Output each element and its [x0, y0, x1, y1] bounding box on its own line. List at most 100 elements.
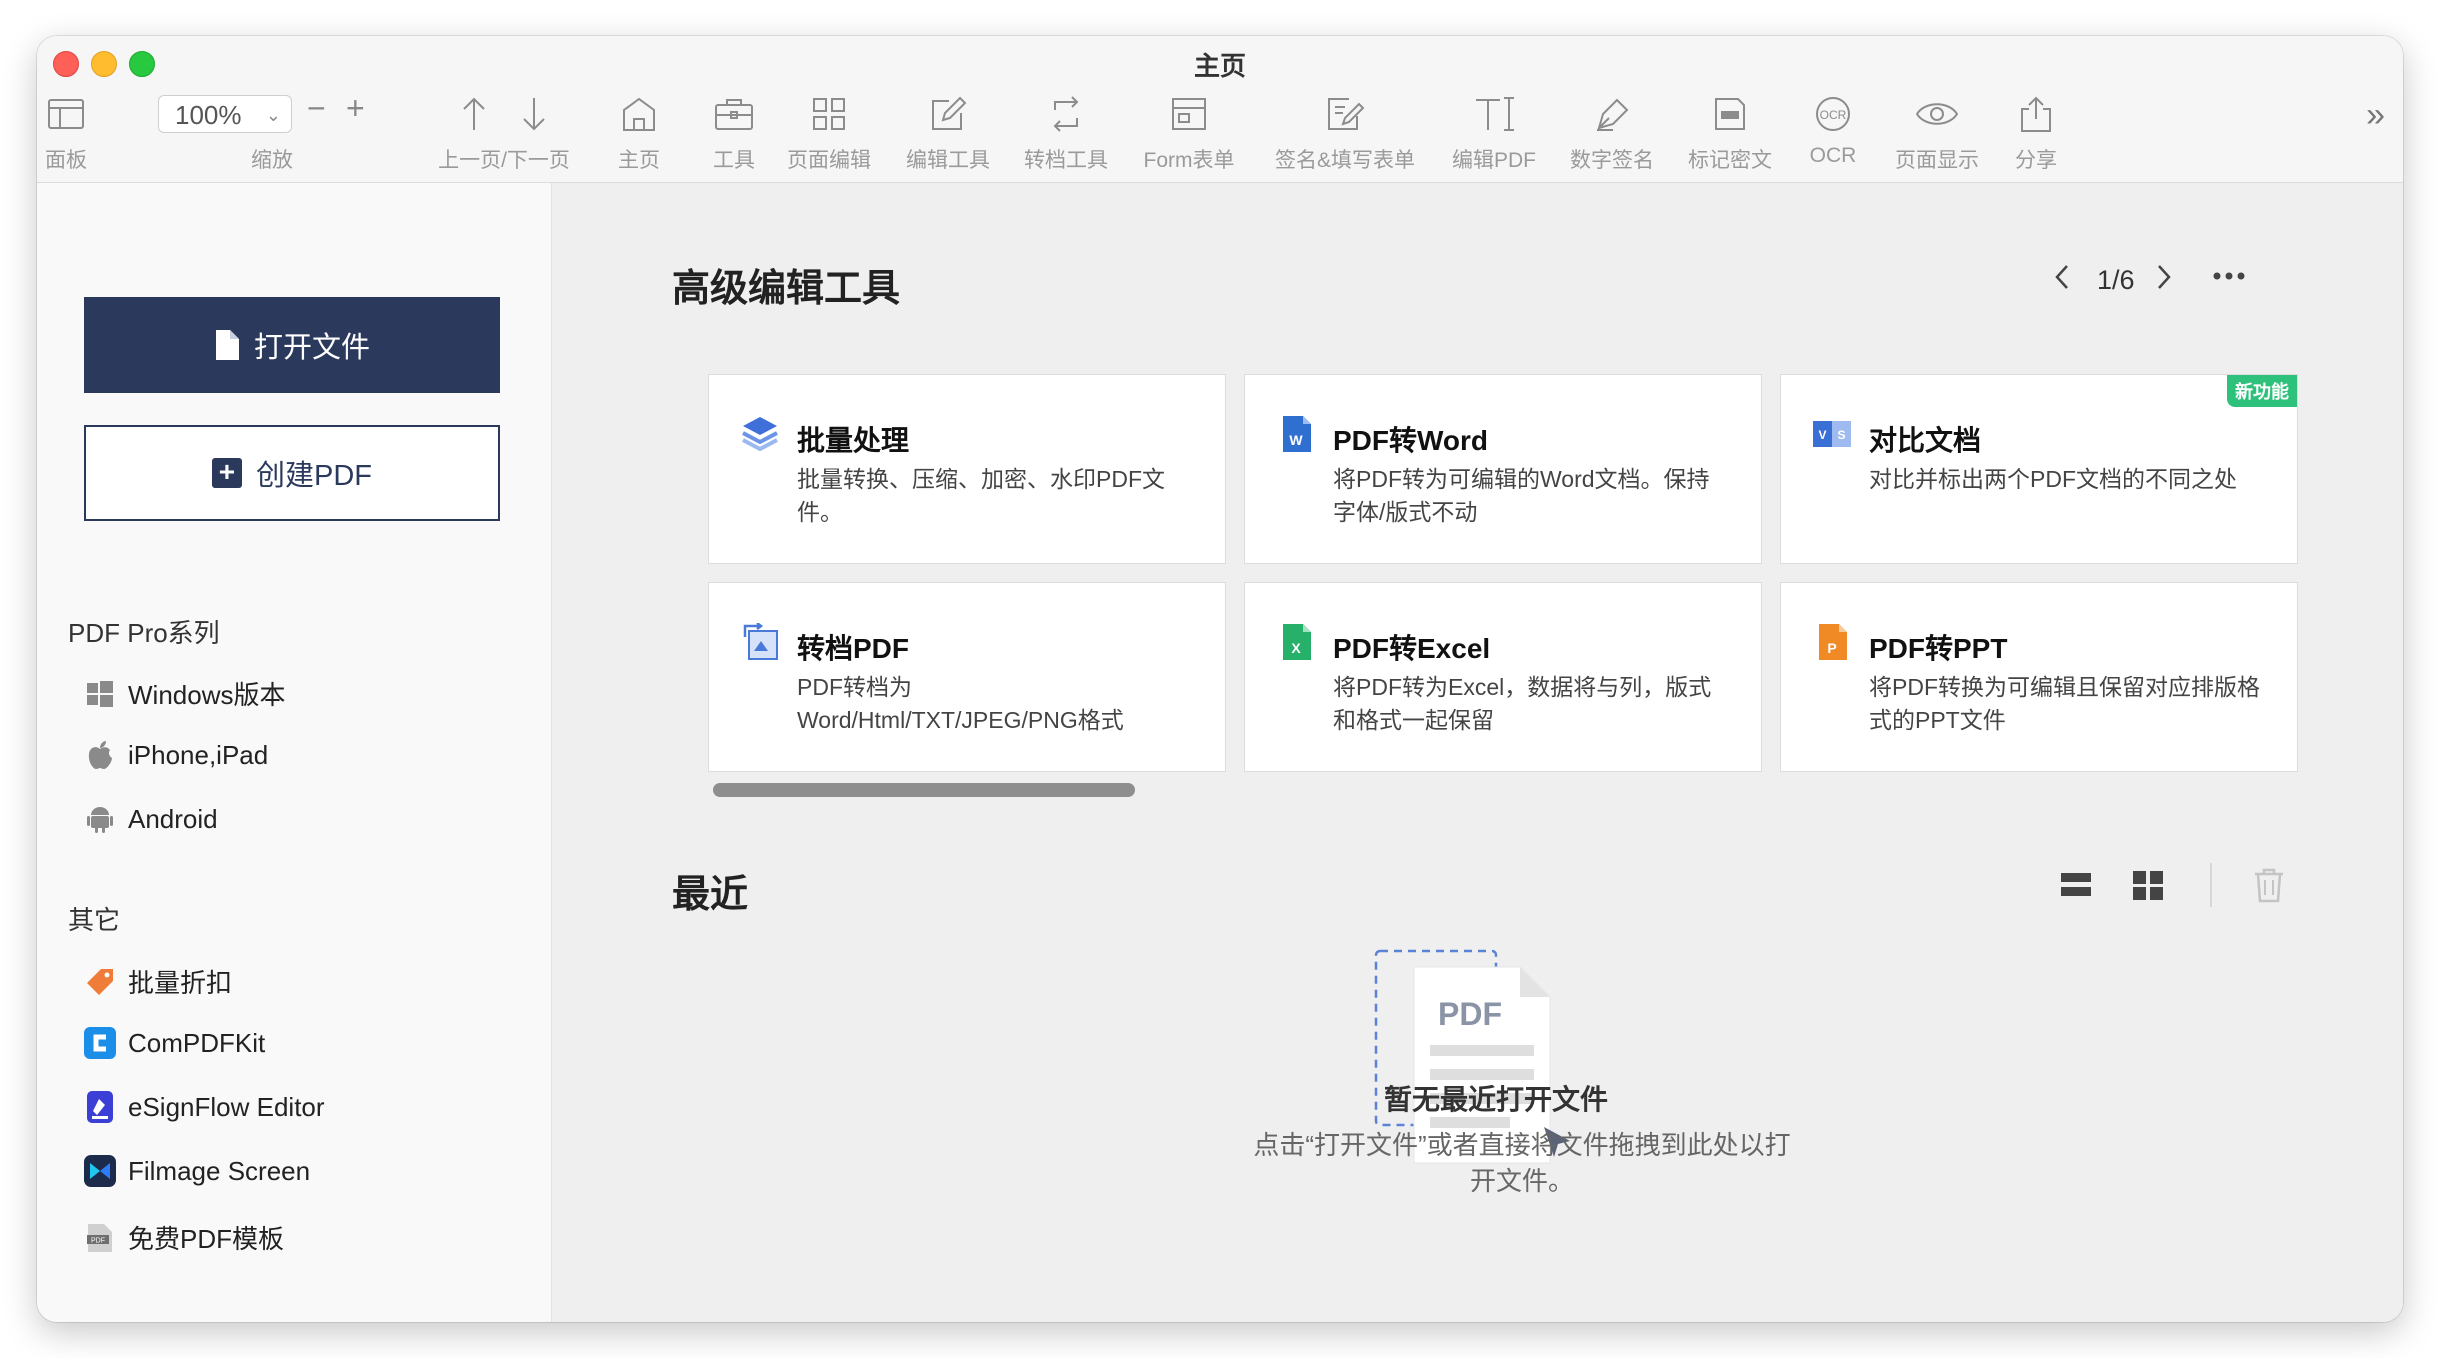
- prev-next-page-button[interactable]: 上一页/下一页: [429, 94, 579, 174]
- sidebar-item-label: Android: [128, 803, 218, 834]
- form-label: Form表单: [1143, 149, 1235, 172]
- sign-fill-icon: [1267, 94, 1423, 134]
- page-edit-button[interactable]: 页面编辑: [782, 94, 876, 174]
- arrow-down-icon: [523, 98, 545, 131]
- sidebar-item-windows[interactable]: Windows版本: [84, 675, 285, 712]
- recent-title: 最近: [672, 874, 749, 916]
- create-pdf-button[interactable]: + 创建PDF: [84, 425, 500, 521]
- list-view-icon: [2061, 873, 2091, 896]
- card-title: PDF转PPT: [1869, 633, 2008, 664]
- delete-button[interactable]: [2252, 867, 2286, 908]
- sidebar-item-iphone-ipad[interactable]: iPhone,iPad: [84, 739, 268, 771]
- card-title: 对比文档: [1869, 425, 1982, 456]
- tool-card-convert-pdf[interactable]: 转档PDF PDF转档为Word/Html/TXT/JPEG/PNG格式: [709, 583, 1225, 771]
- sidebar: 打开文件 + 创建PDF PDF Pro系列 Windows版本 iPhone,…: [37, 183, 552, 1322]
- tool-card-pdf-to-word[interactable]: W PDF转Word 将PDF转为可编辑的Word文档。保持字体/版式不动: [1245, 375, 1761, 563]
- edit-tools-label: 编辑工具: [906, 149, 990, 172]
- sidebar-item-android[interactable]: Android: [84, 803, 218, 835]
- open-file-label: 打开文件: [253, 332, 370, 364]
- panel-icon: [37, 94, 95, 134]
- sidebar-item-filmage-screen[interactable]: Filmage Screen: [84, 1155, 310, 1187]
- sidebar-item-free-templates[interactable]: PDF 免费PDF模板: [84, 1219, 284, 1256]
- esignflow-logo-icon: [84, 1091, 116, 1123]
- sidebar-item-bulk-discount[interactable]: 批量折扣: [84, 963, 232, 1000]
- ocr-icon: OCR: [1802, 94, 1864, 134]
- compare-icon: V S: [1813, 421, 1851, 447]
- share-label: 分享: [2015, 149, 2057, 172]
- zoom-out-button[interactable]: −: [307, 90, 326, 127]
- sidebar-item-compdfkit[interactable]: ComPDFKit: [84, 1027, 265, 1059]
- eye-icon: [1890, 94, 1984, 134]
- card-desc: 将PDF转换为可编辑且保留对应排版格式的PPT文件: [1869, 674, 2260, 733]
- card-desc: 批量转换、压缩、加密、水印PDF文件。: [797, 466, 1165, 525]
- sidebar-item-label: 批量折扣: [128, 968, 233, 998]
- svg-text:S: S: [1837, 428, 1845, 442]
- more-options-button[interactable]: [2212, 261, 2246, 298]
- digital-sign-label: 数字签名: [1570, 149, 1654, 172]
- sign-fill-button[interactable]: 签名&填写表单: [1267, 94, 1423, 174]
- svg-text:P: P: [1827, 640, 1836, 656]
- edit-pdf-button[interactable]: 编辑PDF: [1446, 94, 1542, 174]
- card-desc: 将PDF转为Excel，数据将与列，版式和格式一起保留: [1333, 674, 1712, 733]
- grid-icon: [782, 94, 876, 134]
- share-button[interactable]: 分享: [2005, 94, 2067, 174]
- trash-icon: [2255, 868, 2283, 903]
- redact-button[interactable]: 标记密文: [1683, 94, 1777, 174]
- section-pdf-pro: PDF Pro系列: [68, 618, 220, 648]
- digital-sign-button[interactable]: 数字签名: [1565, 94, 1659, 174]
- zoom-label: 缩放: [251, 149, 293, 172]
- toolbar: 主页 面板 100% ⌄ − + 缩放 上一页/下一页 主页 工具 页面编辑 编…: [37, 36, 2403, 183]
- pager-prev-button[interactable]: [2052, 263, 2072, 298]
- android-icon: [84, 803, 116, 835]
- text-edit-icon: [1446, 94, 1542, 134]
- window-title: 主页: [1193, 51, 1246, 81]
- svg-text:OCR: OCR: [1820, 108, 1847, 122]
- tool-card-pdf-to-excel[interactable]: X PDF转Excel 将PDF转为Excel，数据将与列，版式和格式一起保留: [1245, 583, 1761, 771]
- page-edit-label: 页面编辑: [787, 149, 871, 172]
- card-title: PDF转Excel: [1333, 633, 1491, 664]
- windows-icon: [84, 678, 116, 710]
- tool-card-pdf-to-ppt[interactable]: P PDF转PPT 将PDF转换为可编辑且保留对应排版格式的PPT文件: [1781, 583, 2297, 771]
- open-file-button[interactable]: 打开文件: [84, 297, 500, 393]
- svg-text:X: X: [1291, 640, 1301, 656]
- sidebar-item-esignflow[interactable]: eSignFlow Editor: [84, 1091, 325, 1123]
- compdfkit-logo-icon: [84, 1027, 116, 1059]
- svg-text:V: V: [1818, 428, 1826, 442]
- pdf-file-icon: PDF: [84, 1222, 116, 1254]
- plus-icon: +: [211, 458, 242, 488]
- convert-tools-button[interactable]: 转档工具: [1019, 94, 1113, 174]
- ocr-label: OCR: [1809, 144, 1857, 167]
- edit-tools-button[interactable]: 编辑工具: [901, 94, 995, 174]
- grid-view-button[interactable]: [2132, 869, 2164, 906]
- ocr-button[interactable]: OCR OCR: [1802, 94, 1864, 168]
- tool-card-batch[interactable]: 批量处理 批量转换、压缩、加密、水印PDF文件。: [709, 375, 1225, 563]
- svg-text:PDF: PDF: [91, 1237, 105, 1244]
- tools-label: 工具: [713, 149, 755, 172]
- word-icon: W: [1283, 416, 1311, 452]
- sidebar-item-label: ComPDFKit: [128, 1027, 266, 1058]
- sidebar-item-label: Windows版本: [128, 680, 286, 710]
- toolbar-overflow-button[interactable]: »: [2366, 96, 2385, 135]
- sidebar-item-label: eSignFlow Editor: [128, 1091, 325, 1122]
- tools-button[interactable]: 工具: [703, 94, 765, 174]
- home-button[interactable]: 主页: [609, 94, 669, 174]
- prev-next-label: 上一页/下一页: [438, 149, 570, 172]
- section-other: 其它: [68, 905, 121, 935]
- zoom-in-button[interactable]: +: [346, 90, 365, 127]
- tag-icon: [84, 966, 116, 998]
- form-button[interactable]: Form表单: [1136, 94, 1242, 174]
- apple-icon: [84, 739, 116, 771]
- page-display-button[interactable]: 页面显示: [1890, 94, 1984, 174]
- redact-label: 标记密文: [1688, 149, 1772, 172]
- pager-next-button[interactable]: [2154, 263, 2174, 298]
- new-feature-badge: 新功能: [2227, 375, 2297, 407]
- pen-nib-icon: [1565, 94, 1659, 134]
- list-view-button[interactable]: [2060, 869, 2092, 906]
- panel-button[interactable]: 面板: [37, 94, 95, 174]
- tool-card-compare[interactable]: V S 对比文档 对比并标出两个PDF文档的不同之处 新功能: [1781, 375, 2297, 563]
- zoom-group: 缩放: [237, 94, 307, 174]
- cards-scrollbar[interactable]: [713, 783, 1135, 797]
- excel-icon: X: [1283, 624, 1311, 660]
- redact-icon: [1683, 94, 1777, 134]
- file-icon: [215, 330, 239, 360]
